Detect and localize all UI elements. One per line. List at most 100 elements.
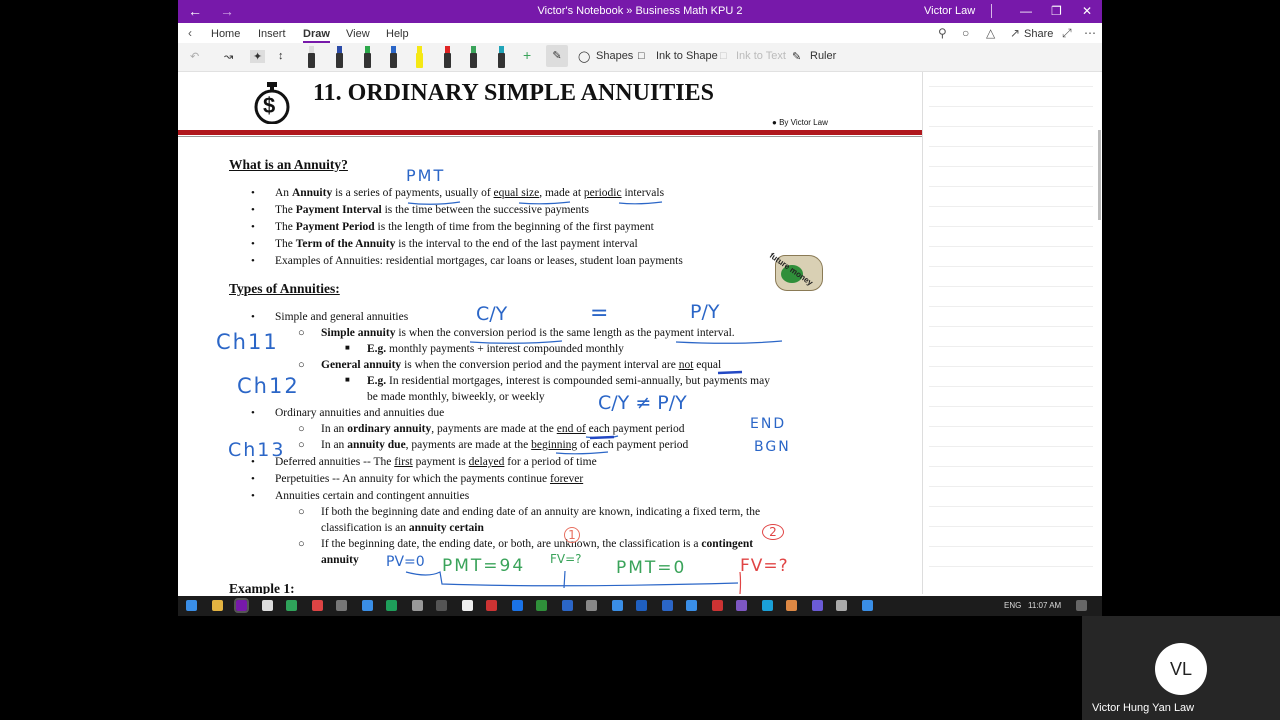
general-annuity-def: General annuity is when the conversion p… (321, 359, 722, 371)
pen-tool-4[interactable] (390, 46, 397, 68)
app-icon[interactable] (512, 600, 523, 611)
bell-icon[interactable]: △ (986, 26, 995, 40)
divider (929, 186, 1093, 187)
app-icon[interactable] (586, 600, 597, 611)
page-canvas[interactable]: $ 11. ORDINARY SIMPLE ANNUITIES ● By Vic… (178, 72, 922, 594)
pen-tool-3[interactable] (364, 46, 371, 68)
app-icon[interactable] (836, 600, 847, 611)
annuity-certain-def-cont: classification is an annuity certain (321, 522, 484, 534)
tab-draw[interactable]: Draw (303, 28, 330, 43)
bullet: • (251, 311, 255, 323)
simple-annuity-example: E.g. monthly payments + interest compoun… (367, 343, 624, 355)
close-icon[interactable]: ✕ (1082, 4, 1092, 18)
divider (929, 286, 1093, 287)
bullet: • (251, 204, 255, 216)
bullet: • (251, 221, 255, 233)
annuity-due-def: In an annuity due, payments are made at … (321, 439, 689, 451)
divider (929, 526, 1093, 527)
ruler-icon[interactable]: ✎ (792, 50, 801, 63)
onenote-taskbar-icon[interactable] (234, 598, 249, 613)
lightbulb-icon[interactable]: ○ (962, 26, 969, 40)
app-icon[interactable] (362, 600, 373, 611)
ink-py: P/Y (690, 301, 720, 323)
divider (929, 206, 1093, 207)
shapes-button[interactable]: Shapes (596, 50, 633, 62)
restore-icon[interactable]: ❐ (1051, 4, 1062, 18)
app-icon[interactable] (412, 600, 423, 611)
app-icon[interactable] (862, 600, 873, 611)
app-icon[interactable] (686, 600, 697, 611)
general-annuity-example: E.g. In residential mortgages, interest … (367, 375, 770, 387)
insert-space-icon[interactable]: ↕ (278, 50, 284, 62)
share-button[interactable]: Share (1024, 28, 1053, 40)
signed-in-user[interactable]: Victor Law (924, 5, 975, 17)
app-icon[interactable] (786, 600, 797, 611)
app-icon[interactable] (536, 600, 547, 611)
vertical-scrollbar[interactable] (1098, 130, 1101, 220)
ink-to-shape-button[interactable]: Ink to Shape (656, 50, 718, 62)
shapes-icon[interactable]: ◯ (578, 50, 590, 63)
app-icon[interactable] (386, 600, 397, 611)
app-icon[interactable] (262, 600, 273, 611)
lasso-select-icon[interactable]: ↝ (224, 50, 233, 63)
file-explorer-icon[interactable] (212, 600, 223, 611)
type-deferred: Deferred annuities -- The first payment … (275, 456, 597, 468)
more-options-icon[interactable]: ⋯ (1084, 26, 1096, 40)
app-icon[interactable] (736, 600, 747, 611)
tab-home[interactable]: Home (211, 28, 240, 40)
app-icon[interactable] (636, 600, 647, 611)
app-icon[interactable] (436, 600, 447, 611)
pen-tool-teal[interactable] (498, 46, 505, 68)
select-objects-icon[interactable]: ✦ (250, 50, 266, 63)
sub-bullet: ○ (298, 423, 305, 435)
app-icon[interactable] (712, 600, 723, 611)
sub-bullet: ○ (298, 327, 305, 339)
app-icon[interactable] (612, 600, 623, 611)
divider (929, 446, 1093, 447)
tab-insert[interactable]: Insert (258, 28, 286, 40)
title-red-rule (178, 130, 922, 135)
byline: ● By Victor Law (772, 118, 828, 127)
sub-bullet: ○ (298, 538, 305, 550)
ruler-button[interactable]: Ruler (810, 50, 836, 62)
ink-to-text-icon: □ (720, 50, 727, 62)
taskbar-clock[interactable]: 11:07 AM (1028, 601, 1061, 610)
add-pen-button[interactable]: + (523, 47, 531, 63)
tab-help[interactable]: Help (386, 28, 409, 40)
divider (929, 266, 1093, 267)
share-icon[interactable]: ↗ (1010, 26, 1020, 40)
ink-to-text-button: Ink to Text (736, 50, 786, 62)
ink-to-shape-icon[interactable]: □ (638, 50, 645, 62)
highlighter-yellow[interactable] (416, 46, 423, 68)
app-icon[interactable] (662, 600, 673, 611)
pen-tool-red[interactable] (444, 46, 451, 68)
tab-view[interactable]: View (346, 28, 370, 40)
app-icon[interactable] (812, 600, 823, 611)
app-icon[interactable] (562, 600, 573, 611)
sub-sub-bullet: ■ (345, 343, 350, 352)
expand-icon[interactable]: ⤢ (1062, 26, 1072, 41)
language-indicator[interactable]: ENG (1004, 601, 1021, 610)
pen-tool-2[interactable] (336, 46, 343, 68)
minimize-icon[interactable]: — (1020, 4, 1032, 18)
app-icon[interactable] (762, 600, 773, 611)
app-icon[interactable] (312, 600, 323, 611)
divider (929, 566, 1093, 567)
pen-tool-green[interactable] (470, 46, 477, 68)
undo-icon[interactable]: ↶ (190, 50, 199, 63)
app-icon[interactable] (336, 600, 347, 611)
ink-replay-icon[interactable]: ✎ (546, 45, 568, 67)
page-list-pane[interactable] (922, 72, 1102, 594)
start-icon[interactable] (186, 600, 197, 611)
divider (929, 226, 1093, 227)
person-icon: ● (772, 118, 777, 127)
app-icon[interactable] (486, 600, 497, 611)
search-icon[interactable]: ⚲ (938, 26, 947, 40)
divider (929, 166, 1093, 167)
sub-bullet: ○ (298, 506, 305, 518)
collapse-nav-icon[interactable]: ‹ (188, 26, 192, 40)
app-icon[interactable] (286, 600, 297, 611)
pen-tool-1[interactable] (308, 46, 315, 68)
notifications-icon[interactable] (1076, 600, 1087, 611)
app-icon[interactable] (462, 600, 473, 611)
